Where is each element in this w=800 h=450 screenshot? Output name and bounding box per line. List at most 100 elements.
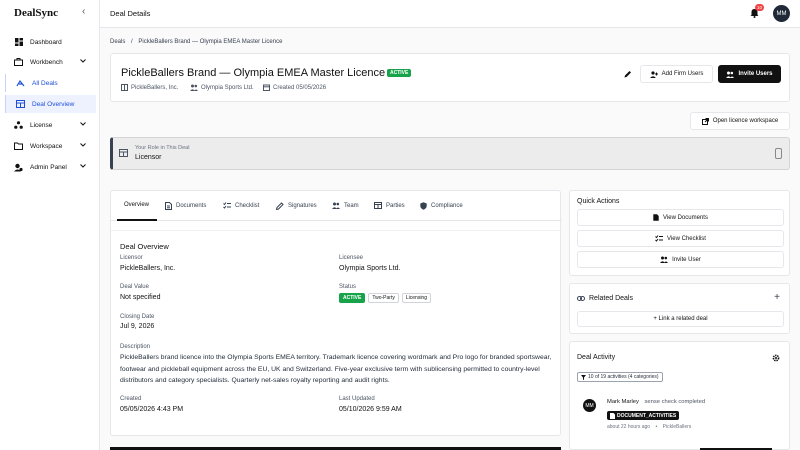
overview-panel: Deal Overview Licensor PickleBallers, In… — [111, 230, 562, 437]
shield-user-icon — [14, 163, 23, 172]
tab-compliance[interactable]: Compliance — [420, 202, 463, 210]
checklist-icon — [655, 235, 664, 242]
users-icon — [660, 256, 669, 263]
sidebar-item-label: Workbench — [30, 58, 63, 66]
tab-label: Documents — [176, 203, 207, 209]
document-icon — [653, 214, 659, 221]
add-firm-users-button[interactable]: Add Firm Users — [640, 65, 713, 83]
tab-documents[interactable]: Documents — [165, 202, 206, 210]
sidebar-item-label: License — [30, 121, 53, 129]
last-updated-value: 05/10/2026 9:59 AM — [339, 406, 402, 413]
users-icon — [332, 202, 340, 209]
description-text: PickleBallers brand licence into the Oly… — [120, 354, 552, 384]
view-checklist-label: View Checklist — [667, 235, 706, 242]
building-icon — [119, 149, 128, 159]
status-pills: ACTIVE Two-Party Licensing — [339, 293, 434, 303]
related-deals-card: Related Deals + + Link a related deal — [569, 283, 790, 334]
chevron-down-icon — [80, 163, 86, 170]
tab-parties[interactable]: Parties — [374, 202, 405, 209]
sidebar: DealSync ‹ Dashboard Workbench All Deals… — [0, 0, 100, 450]
open-licence-workspace-button[interactable]: Open licence workspace — [690, 112, 790, 130]
sidebar-item-label: Dashboard — [30, 38, 62, 46]
activity-avatar: MM — [583, 399, 596, 412]
chevron-down-icon — [80, 142, 86, 149]
chevron-down-icon — [80, 58, 86, 65]
deal-title: PickleBallers Brand — Olympia EMEA Maste… — [121, 67, 386, 79]
filter-icon — [581, 374, 586, 380]
tab-label: Checklist — [235, 202, 260, 209]
document-icon — [165, 202, 172, 210]
breadcrumb-current: PickleBallers Brand — Olympia EMEA Maste… — [138, 39, 283, 45]
tab-overview[interactable]: Overview — [124, 202, 149, 208]
add-related-deal-icon[interactable]: + — [774, 292, 780, 303]
licensor-meta-text: PickleBallers, Inc. — [131, 84, 179, 91]
role-toggle[interactable] — [775, 148, 782, 159]
sidebar-item-label: Workspace — [30, 142, 63, 150]
activity-action: sense check completed — [644, 399, 706, 405]
tab-label: Overview — [124, 202, 150, 208]
users-icon — [726, 71, 735, 78]
shield-icon — [420, 202, 427, 210]
deal-value-label: Deal Value — [120, 284, 149, 290]
licensor-label: Licensor — [120, 255, 143, 261]
brand-logo: DealSync — [14, 7, 58, 19]
sidebar-item-label: Deal Overview — [32, 100, 75, 108]
tab-label: Team — [344, 202, 359, 209]
activity-tag: DOCUMENT_ACTIVITIES — [607, 411, 680, 420]
sidebar-item-dashboard[interactable]: Dashboard — [4, 33, 96, 51]
sidebar-item-workbench[interactable]: Workbench — [4, 53, 96, 71]
status-badge: ACTIVE — [387, 69, 412, 77]
edit-pencil-icon[interactable] — [624, 70, 632, 80]
tab-checklist[interactable]: Checklist — [223, 202, 259, 209]
collapse-sidebar-icon[interactable]: ‹ — [82, 6, 85, 17]
sidebar-item-deal-overview[interactable]: Deal Overview — [5, 95, 96, 113]
user-plus-icon — [649, 70, 658, 78]
activity-filter-label: 10 of 19 activities (4 categories) — [588, 374, 659, 380]
quick-actions-card: Quick Actions View Documents View Checkl… — [569, 190, 790, 276]
quick-actions-title: Quick Actions — [577, 198, 620, 205]
licensee-meta-text: Olympia Sports Ltd. — [201, 84, 254, 91]
deal-main-card: Overview Documents Checklist Signatures … — [110, 190, 562, 437]
top-bar: Deal Details 10 MM — [100, 0, 800, 28]
sidebar-item-label: All Deals — [32, 79, 58, 87]
invite-users-button[interactable]: Invite Users — [718, 65, 781, 83]
activity-tag-label: DOCUMENT_ACTIVITIES — [617, 412, 677, 419]
deal-activity-card: Deal Activity 10 of 19 activities (4 cat… — [569, 341, 790, 450]
last-updated-label: Last Updated — [339, 396, 375, 402]
invite-users-label: Invite Users — [738, 71, 773, 77]
sidebar-item-all-deals[interactable]: All Deals — [5, 74, 96, 92]
licensee-label: Licensee — [339, 255, 364, 261]
tab-label: Compliance — [431, 203, 463, 209]
calendar-icon — [263, 84, 270, 91]
user-avatar[interactable]: MM — [773, 5, 790, 22]
link-related-deal-button[interactable]: + Link a related deal — [577, 311, 784, 327]
chevron-down-icon — [80, 121, 86, 128]
invite-user-label: Invite User — [672, 256, 701, 263]
status-pill: Licensing — [401, 293, 431, 303]
view-checklist-button[interactable]: View Checklist — [577, 230, 784, 247]
breadcrumb-deals-link[interactable]: Deals — [110, 39, 125, 45]
sidebar-item-license[interactable]: License — [4, 116, 96, 134]
external-link-icon — [701, 117, 709, 125]
invite-user-button[interactable]: Invite User — [577, 251, 784, 268]
licensee-value: Olympia Sports Ltd. — [339, 265, 401, 272]
status-pill: Two-Party — [368, 293, 399, 303]
share-icon — [14, 121, 23, 130]
view-documents-button[interactable]: View Documents — [577, 209, 784, 226]
sidebar-item-workspace[interactable]: Workspace — [4, 137, 96, 155]
closing-date-label: Closing Date — [120, 314, 155, 320]
deal-activity-title: Deal Activity — [577, 354, 616, 361]
building-icon — [16, 100, 25, 109]
users-icon — [190, 84, 198, 91]
gear-icon[interactable] — [772, 354, 780, 364]
tab-signatures[interactable]: Signatures — [276, 202, 317, 210]
activity-time: about 22 hours ago — [607, 424, 651, 430]
link-icon — [577, 296, 585, 303]
status-pill: ACTIVE — [339, 293, 366, 303]
activity-user: Mark Marley — [607, 399, 639, 405]
tab-team[interactable]: Team — [332, 202, 359, 209]
sidebar-item-admin-panel[interactable]: Admin Panel — [4, 158, 96, 176]
active-tab-indicator — [117, 219, 157, 221]
licensee-meta: Olympia Sports Ltd. — [190, 84, 254, 91]
activity-filter-chip[interactable]: 10 of 19 activities (4 categories) — [577, 372, 663, 382]
